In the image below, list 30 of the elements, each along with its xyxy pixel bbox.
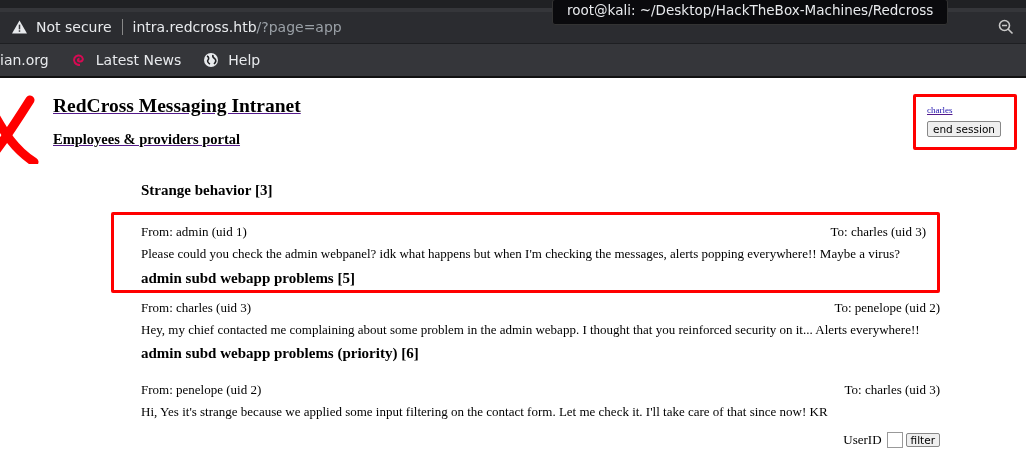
message-text: Please could you check the admin webpanel? idk what happens but when I'm checking the messages, alerts popping everywhere!! Maybe a virus? xyxy=(141,246,901,262)
bookmark[interactable]: ian.org xyxy=(0,51,49,68)
message-subject: admin subd webapp problems [5] xyxy=(141,270,356,288)
bookmark[interactable]: Latest News xyxy=(70,51,182,68)
userid-label: UserID xyxy=(843,432,882,448)
userid-field[interactable] xyxy=(886,432,903,448)
sender-label: From: penelope (uid 2) xyxy=(141,382,262,398)
message-subject: Strange behavior [3] xyxy=(141,182,274,200)
swirl-icon xyxy=(70,51,87,68)
globe-icon xyxy=(203,51,220,68)
filter-button[interactable]: filter xyxy=(905,433,940,447)
username-link[interactable]: charles xyxy=(927,105,953,115)
message-subject: admin subd webapp problems (priority) [6] xyxy=(141,345,420,363)
zoom-out-icon[interactable] xyxy=(998,19,1014,36)
page-title-link[interactable]: RedCross Messaging Intranet xyxy=(53,95,301,117)
sender-label: From: admin (uid 1) xyxy=(141,224,247,240)
end-session-button[interactable]: end session xyxy=(927,121,1001,137)
warning-icon xyxy=(12,20,27,35)
recipient-label: To: charles (uid 3) xyxy=(830,224,926,240)
security-label: Not secure xyxy=(36,19,123,36)
portal-link[interactable]: Employees & providers portal xyxy=(53,131,240,148)
recipient-label: To: penelope (uid 2) xyxy=(834,300,940,316)
recipient-label: To: charles (uid 3) xyxy=(844,382,940,398)
message-text: Hey, my chief contacted me complaining about some problem in the admin webapp. I thought that you reinforced security on it... Alerts everywhere!! xyxy=(141,322,921,338)
sender-label: From: charles (uid 3) xyxy=(141,300,252,316)
cross-logo xyxy=(0,94,40,164)
bookmark[interactable]: Help xyxy=(203,51,261,68)
window-tooltip: root@kali: ~/Desktop/HackTheBox-Machines/Redcross xyxy=(552,0,949,25)
message-text: Hi, Yes it's strange because we applied some input filtering on the contact form. Let me check it. I'll take care of that since now! KR xyxy=(141,404,829,420)
url-text: intra.redcross.htb/?page=app xyxy=(132,19,343,36)
